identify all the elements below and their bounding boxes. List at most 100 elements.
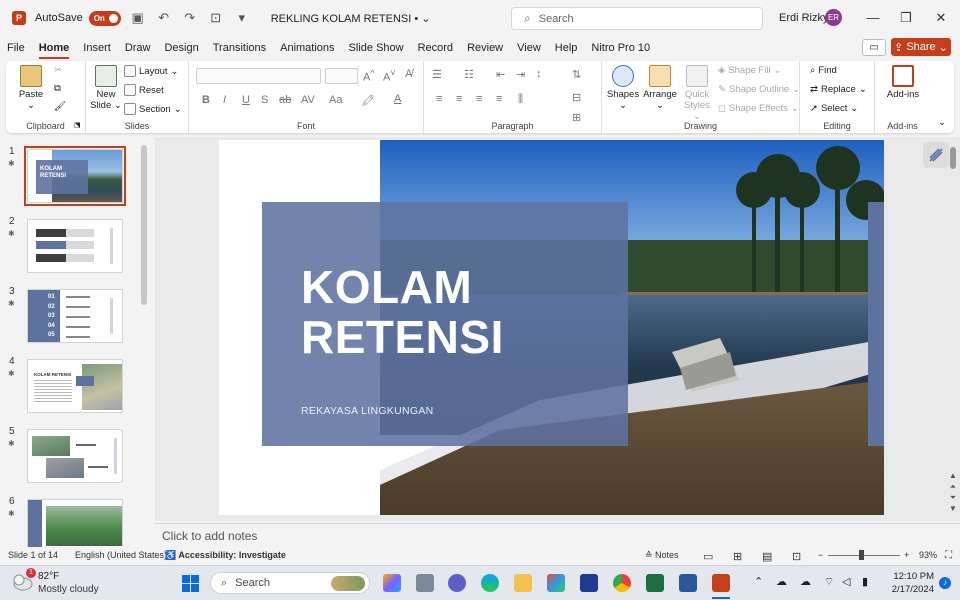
decrease-font-icon[interactable]: A˅: [383, 68, 396, 84]
weather-description[interactable]: Mostly cloudy: [38, 584, 99, 595]
quick-styles-button[interactable]: Quick Styles ⌄: [680, 65, 714, 122]
wifi-icon[interactable]: ⌔: [824, 575, 834, 589]
volume-icon[interactable]: ◁: [842, 575, 850, 588]
align-center-icon[interactable]: ≡: [456, 93, 462, 105]
find-button[interactable]: ⌕ Find: [810, 65, 837, 76]
slide-thumbnail-3[interactable]: 01 02 03 04 05: [27, 289, 123, 343]
character-spacing-icon[interactable]: AV: [301, 94, 315, 106]
zoom-slider-thumb[interactable]: [859, 550, 864, 560]
clear-formatting-icon[interactable]: A̸: [405, 68, 412, 80]
align-left-icon[interactable]: ≡: [436, 93, 442, 105]
tab-animations[interactable]: Animations: [273, 38, 341, 58]
language-indicator[interactable]: English (United States): [75, 550, 167, 560]
show-hidden-icons[interactable]: ⌃: [754, 575, 763, 588]
slide-thumbnail-2[interactable]: [27, 219, 123, 273]
tab-view[interactable]: View: [510, 38, 548, 58]
shape-effects-button[interactable]: ◻ Shape Effects ⌄: [718, 103, 799, 114]
section-button[interactable]: Section ⌄: [124, 103, 182, 115]
normal-view-icon[interactable]: ▭: [703, 550, 713, 563]
designer-icon[interactable]: [923, 142, 949, 168]
autosave-toggle[interactable]: On: [88, 10, 121, 26]
zoom-out-icon[interactable]: −: [818, 550, 823, 560]
paste-button[interactable]: Paste ⌄: [14, 65, 48, 111]
slide-title[interactable]: KOLAM RETENSI: [301, 262, 581, 362]
start-windows-icon[interactable]: [182, 575, 199, 592]
notifications-bell-icon[interactable]: ♪: [939, 577, 951, 589]
edge-icon[interactable]: [481, 574, 499, 592]
fit-slide-icon[interactable]: ⛶: [945, 550, 952, 561]
slide-subtitle[interactable]: REKAYASA LINGKUNGAN: [301, 405, 434, 417]
tray-onedrive-icon[interactable]: ☁: [800, 575, 811, 588]
accessibility-status[interactable]: ♿ Accessibility: Investigate: [165, 550, 286, 561]
tab-slide-show[interactable]: Slide Show: [342, 38, 411, 58]
store-icon[interactable]: [547, 574, 565, 592]
notes-pane[interactable]: Click to add notes: [155, 523, 960, 546]
nitro-icon[interactable]: [580, 574, 598, 592]
previous-slide-icon[interactable]: ⏶: [946, 481, 960, 492]
scroll-up-icon[interactable]: ▲: [946, 470, 960, 481]
clock-date[interactable]: 2/17/2024: [880, 584, 934, 595]
undo-icon[interactable]: ↶: [157, 10, 171, 26]
slide-sorter-icon[interactable]: ⊞: [733, 550, 742, 563]
close-icon[interactable]: ✕: [933, 10, 949, 26]
tab-record[interactable]: Record: [411, 38, 460, 58]
slide-thumbnail-1[interactable]: KOLAM RETENSI: [24, 146, 126, 206]
next-slide-icon[interactable]: ⏷: [946, 492, 960, 503]
slide-thumbnail-4[interactable]: KOLAM RETENSI: [27, 359, 123, 413]
slide-navigation[interactable]: ▲ ⏶ ⏷ ▼: [946, 470, 960, 514]
shapes-button[interactable]: Shapes ⌄: [606, 65, 640, 111]
clock-time[interactable]: 12:10 PM: [888, 571, 934, 582]
increase-font-icon[interactable]: A^: [363, 68, 375, 84]
save-icon[interactable]: ▣: [131, 10, 145, 26]
document-title[interactable]: REKLING KOLAM RETENSI • ⌄: [271, 12, 431, 25]
battery-icon[interactable]: ▮: [862, 575, 868, 588]
comments-button[interactable]: ▭: [862, 39, 886, 56]
format-painter-icon[interactable]: 🖌: [54, 101, 66, 112]
highlight-icon[interactable]: 🖍: [361, 94, 375, 107]
slide-thumbnail-5[interactable]: [27, 429, 123, 483]
minimize-icon[interactable]: —: [865, 10, 881, 25]
tab-design[interactable]: Design: [157, 38, 205, 58]
bullets-icon[interactable]: ☰: [432, 68, 442, 81]
new-slide-button[interactable]: New Slide ⌄: [90, 65, 122, 111]
copilot-icon[interactable]: [383, 574, 401, 592]
underline-icon[interactable]: U: [242, 94, 250, 106]
collapse-ribbon-icon[interactable]: ⌄: [938, 117, 946, 128]
word-icon[interactable]: [679, 574, 697, 592]
tray-app-icon[interactable]: ☁: [776, 575, 787, 588]
layout-button[interactable]: Layout ⌄: [124, 65, 179, 77]
slide-canvas[interactable]: KOLAM RETENSI REKAYASA LINGKUNGAN: [219, 140, 884, 515]
align-text-icon[interactable]: ⊟: [572, 91, 581, 104]
arrange-button[interactable]: Arrange ⌄: [642, 65, 678, 111]
excel-icon[interactable]: [646, 574, 664, 592]
change-case-icon[interactable]: Aa: [329, 94, 342, 106]
numbering-icon[interactable]: ☷: [464, 68, 474, 81]
scroll-down-icon[interactable]: ▼: [946, 503, 960, 514]
shape-fill-button[interactable]: ◈ Shape Fill ⌄: [718, 65, 782, 76]
columns-icon[interactable]: ⫼: [518, 93, 523, 106]
weather-widget[interactable]: 1: [12, 568, 36, 592]
decrease-indent-icon[interactable]: ⇤: [496, 68, 505, 81]
strikethrough-icon[interactable]: ab: [279, 94, 291, 106]
task-view-icon[interactable]: [416, 574, 434, 592]
slide-thumbnail-6[interactable]: [27, 499, 123, 547]
weather-temp[interactable]: 82°F: [38, 571, 59, 582]
select-button[interactable]: ➚ Select ⌄: [810, 103, 858, 114]
tab-nitro-pro-10[interactable]: Nitro Pro 10: [584, 38, 657, 58]
slide-scrollbar[interactable]: [950, 147, 956, 169]
avatar[interactable]: ER: [825, 9, 842, 26]
slide-counter[interactable]: Slide 1 of 14: [8, 550, 58, 560]
shape-outline-button[interactable]: ✎ Shape Outline ⌄: [718, 84, 800, 95]
tab-review[interactable]: Review: [460, 38, 510, 58]
font-color-icon[interactable]: A: [394, 93, 401, 105]
slideshow-icon[interactable]: ⊡: [792, 550, 801, 563]
customize-toolbar-icon[interactable]: ▾: [235, 10, 249, 26]
font-name-select[interactable]: [196, 68, 321, 84]
user-name[interactable]: Erdi Rizky: [779, 12, 829, 24]
justify-icon[interactable]: ≡: [496, 93, 502, 105]
cut-icon[interactable]: ✂: [54, 65, 62, 76]
thumbnails-scrollbar[interactable]: [141, 145, 147, 305]
zoom-slider[interactable]: [828, 555, 900, 556]
tab-transitions[interactable]: Transitions: [206, 38, 273, 58]
present-icon[interactable]: ⊡: [209, 10, 223, 26]
